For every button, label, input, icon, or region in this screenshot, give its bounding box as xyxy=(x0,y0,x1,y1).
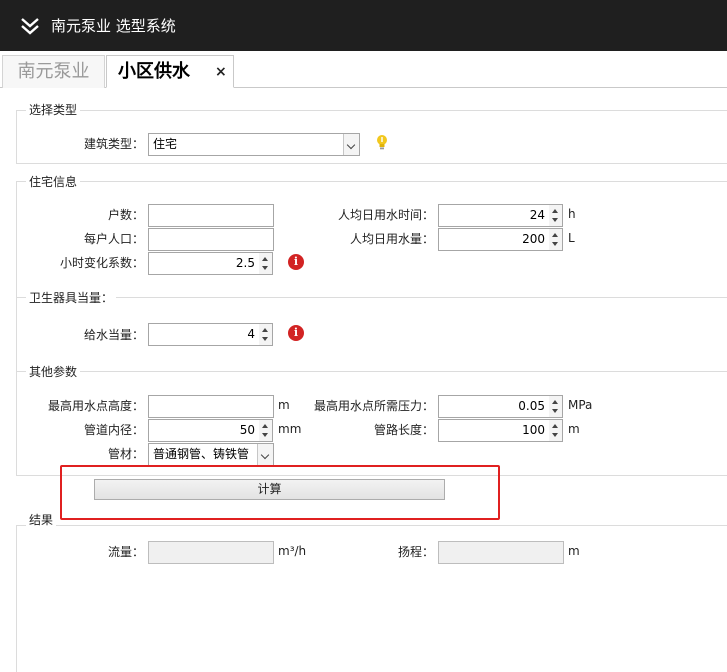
households-label: 户数： xyxy=(107,208,144,222)
persons-label: 每户人口： xyxy=(83,232,144,246)
tab-strip: 南元泵业 小区供水 × xyxy=(0,51,727,88)
material-value: 普通钢管、铸铁管 xyxy=(153,447,250,461)
tab-nanyuan[interactable]: 南元泵业 xyxy=(2,55,105,88)
main-content: 选择类型 建筑类型： 住宅 住宅信息 户数： 每户人口： 小时变化系数： 2.5… xyxy=(0,88,727,672)
group-title-result: 结果 xyxy=(26,513,57,527)
head-unit: m xyxy=(568,544,580,558)
info-icon[interactable]: i xyxy=(288,254,304,270)
persons-input[interactable] xyxy=(148,228,274,251)
building-type-select[interactable]: 住宅 xyxy=(148,133,360,156)
double-chevron-down-icon[interactable] xyxy=(18,14,42,38)
daily-time-unit: h xyxy=(568,207,576,221)
hourly-coef-stepper[interactable] xyxy=(259,252,273,275)
calculate-button[interactable]: 计算 xyxy=(94,479,445,500)
max-pressure-input[interactable]: 0.05 xyxy=(438,395,550,418)
pipe-length-unit: m xyxy=(568,422,580,436)
lightbulb-icon[interactable] xyxy=(375,134,389,150)
building-type-value: 住宅 xyxy=(153,137,178,151)
max-pressure-label: 最高用水点所需压力： xyxy=(313,399,434,413)
flow-label: 流量： xyxy=(107,545,144,559)
daily-volume-unit: L xyxy=(568,231,575,245)
chevron-down-icon[interactable] xyxy=(343,134,359,155)
max-pressure-stepper[interactable] xyxy=(549,395,563,418)
flow-output xyxy=(148,541,274,564)
hourly-coef-label: 小时变化系数： xyxy=(59,256,144,270)
households-input[interactable] xyxy=(148,204,274,227)
info-icon[interactable]: i xyxy=(288,325,304,341)
pipe-length-stepper[interactable] xyxy=(549,419,563,442)
material-select[interactable]: 普通钢管、铸铁管 xyxy=(148,443,274,466)
pipe-diameter-input[interactable]: 50 xyxy=(148,419,260,442)
head-output xyxy=(438,541,564,564)
hourly-coef-input[interactable]: 2.5 xyxy=(148,252,260,275)
daily-volume-stepper[interactable] xyxy=(549,228,563,251)
head-label: 扬程： xyxy=(397,545,434,559)
max-height-input[interactable] xyxy=(148,395,274,418)
group-title-fixtures: 卫生器具当量： xyxy=(26,291,117,305)
material-label: 管材： xyxy=(107,447,144,461)
building-type-label: 建筑类型： xyxy=(83,137,144,151)
daily-time-stepper[interactable] xyxy=(549,204,563,227)
daily-time-label: 人均日用水时间： xyxy=(337,208,434,222)
tab-residential-water-label: 小区供水 xyxy=(118,61,190,82)
pipe-diameter-stepper[interactable] xyxy=(259,419,273,442)
group-title-other: 其他参数 xyxy=(26,365,81,379)
title-bar: 南元泵业 选型系统 xyxy=(0,0,727,51)
close-icon[interactable]: × xyxy=(215,56,227,88)
supply-eq-input[interactable]: 4 xyxy=(148,323,260,346)
group-title-select-type: 选择类型 xyxy=(26,103,81,117)
app-title: 南元泵业 选型系统 xyxy=(51,17,176,35)
supply-eq-stepper[interactable] xyxy=(259,323,273,346)
pipe-length-label: 管路长度： xyxy=(373,423,434,437)
chevron-down-icon[interactable] xyxy=(257,444,273,465)
supply-eq-label: 给水当量： xyxy=(83,328,144,342)
max-height-label: 最高用水点高度： xyxy=(47,399,144,413)
group-title-residence: 住宅信息 xyxy=(26,175,81,189)
daily-volume-input[interactable]: 200 xyxy=(438,228,550,251)
pipe-diameter-unit: mm xyxy=(278,422,302,436)
max-height-unit: m xyxy=(278,398,290,412)
daily-volume-label: 人均日用水量： xyxy=(349,232,434,246)
pipe-length-input[interactable]: 100 xyxy=(438,419,550,442)
tab-residential-water[interactable]: 小区供水 × xyxy=(106,55,234,88)
daily-time-input[interactable]: 24 xyxy=(438,204,550,227)
pipe-diameter-label: 管道内径： xyxy=(83,423,144,437)
max-pressure-unit: MPa xyxy=(568,398,593,412)
